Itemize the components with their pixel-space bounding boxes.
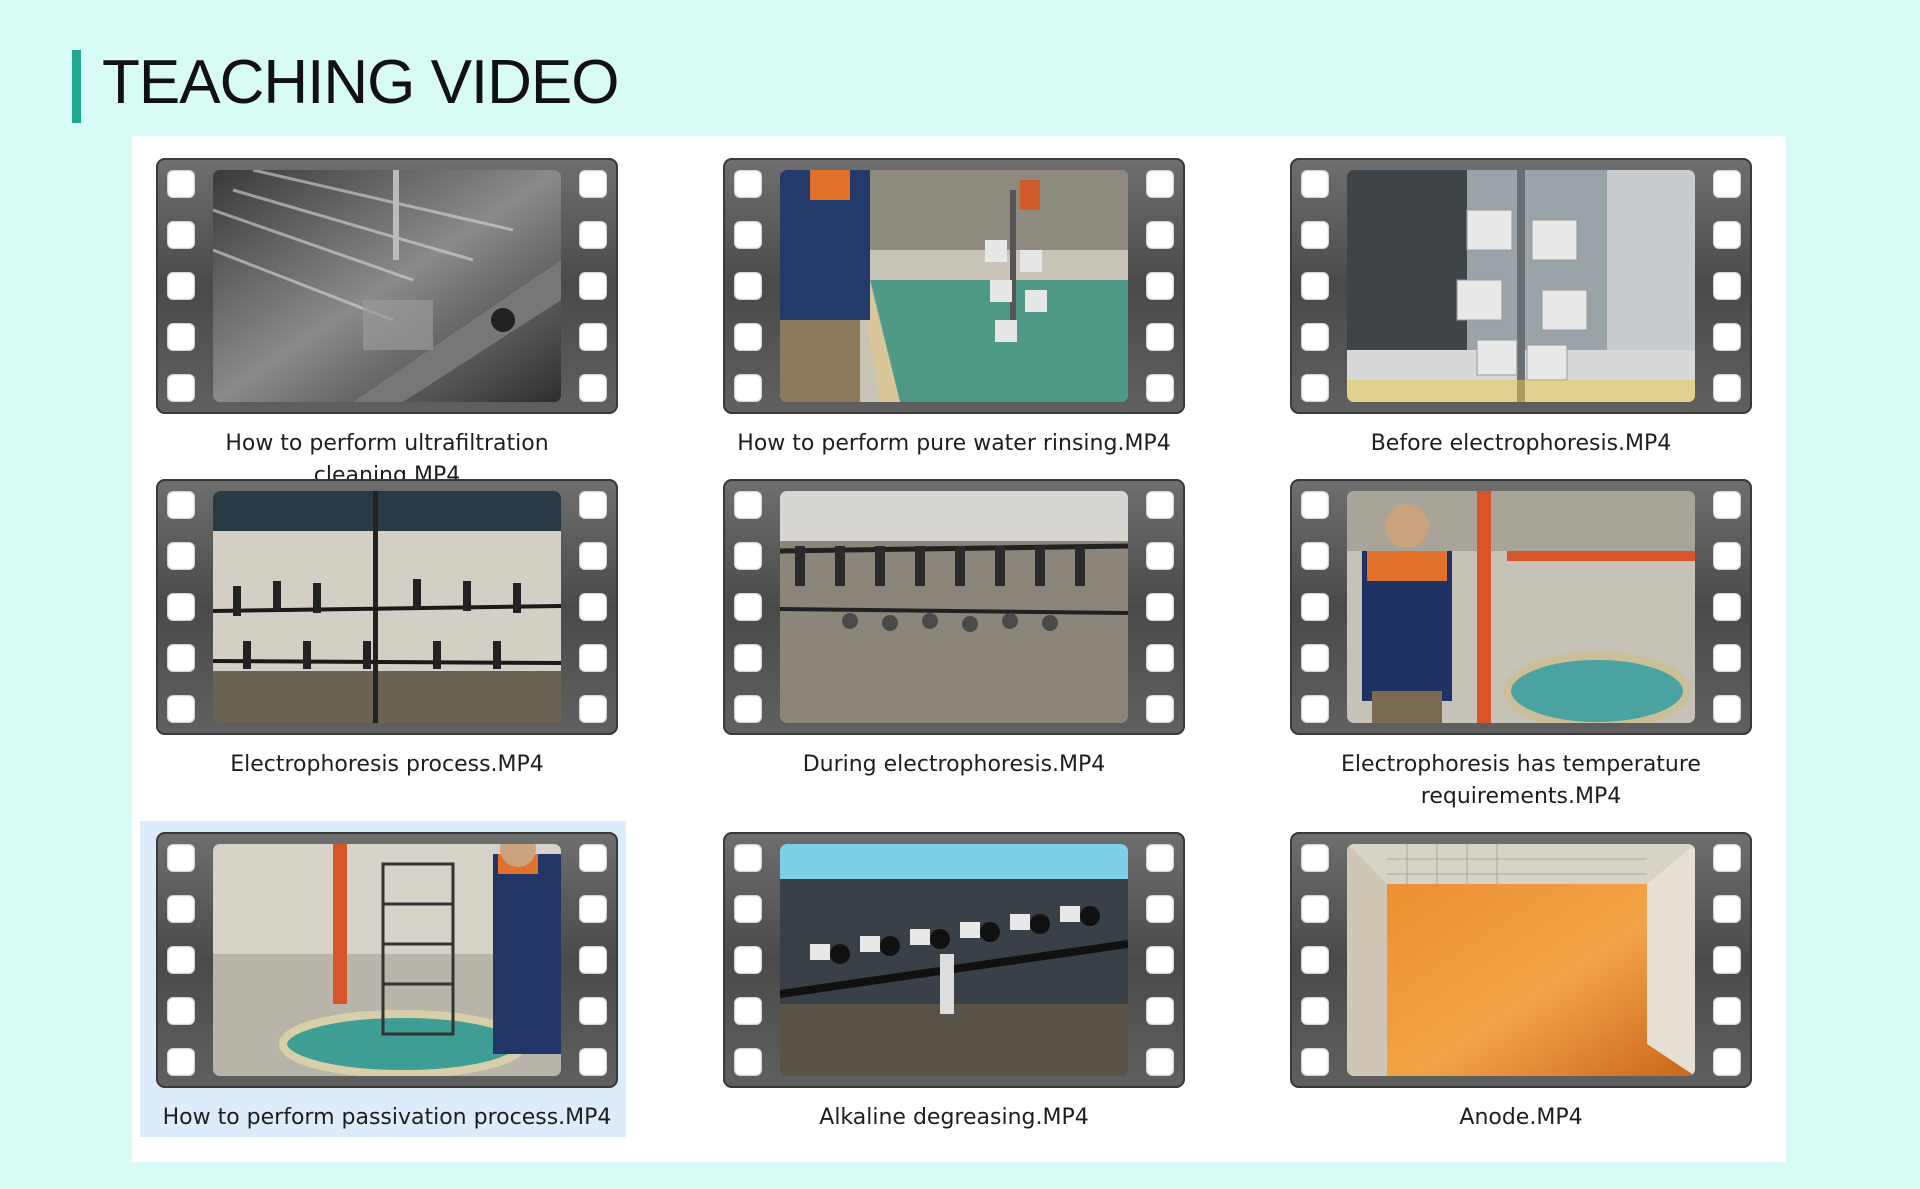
film-strip-thumbnail[interactable] [156, 479, 618, 735]
film-strip-thumbnail[interactable] [156, 158, 618, 414]
film-holes-right [1146, 844, 1174, 1076]
video-item[interactable]: How to perform pure water rinsing.MP4 [723, 158, 1185, 460]
film-strip-thumbnail[interactable] [723, 832, 1185, 1088]
video-item[interactable]: How to perform ultrafiltration cleaning.… [156, 158, 618, 492]
film-holes-right [1713, 170, 1741, 402]
film-strip-thumbnail[interactable] [723, 158, 1185, 414]
film-holes-left [167, 491, 195, 723]
film-holes-right [1713, 491, 1741, 723]
video-grid-panel: How to perform ultrafiltration cleaning.… [132, 136, 1786, 1162]
film-holes-left [734, 170, 762, 402]
parts-rack-thumbnail [1347, 170, 1695, 402]
film-holes-right [1713, 844, 1741, 1076]
film-holes-left [734, 491, 762, 723]
film-strip-thumbnail[interactable] [1290, 158, 1752, 414]
passivation-tank-thumbnail [213, 844, 561, 1076]
video-caption[interactable]: Anode.MP4 [1290, 1102, 1752, 1134]
film-holes-right [1146, 170, 1174, 402]
video-caption[interactable]: During electrophoresis.MP4 [723, 749, 1185, 781]
film-holes-left [1301, 170, 1329, 402]
anode-tank-thumbnail [1347, 844, 1695, 1076]
film-strip-thumbnail[interactable] [723, 479, 1185, 735]
video-item[interactable]: Electrophoresis has temperature requirem… [1290, 479, 1752, 813]
film-holes-right [579, 170, 607, 402]
page-title: TEACHING VIDEO [102, 48, 620, 117]
video-caption[interactable]: How to perform passivation process.MP4 [156, 1102, 618, 1134]
video-item[interactable]: Anode.MP4 [1290, 832, 1752, 1134]
film-holes-left [167, 170, 195, 402]
film-holes-right [1146, 491, 1174, 723]
water-rinsing-thumbnail [780, 170, 1128, 402]
film-holes-right [579, 844, 607, 1076]
film-holes-left [1301, 844, 1329, 1076]
video-item[interactable]: During electrophoresis.MP4 [723, 479, 1185, 781]
worker-tank-thumbnail [1347, 491, 1695, 723]
title-accent-bar [72, 50, 81, 123]
hanging-parts-thumbnail [780, 491, 1128, 723]
film-strip-thumbnail[interactable] [1290, 479, 1752, 735]
degreasing-line-thumbnail [780, 844, 1128, 1076]
conveyor-hooks-thumbnail [213, 491, 561, 723]
video-item[interactable]: Before electrophoresis.MP4 [1290, 158, 1752, 460]
video-item[interactable]: Alkaline degreasing.MP4 [723, 832, 1185, 1134]
film-holes-left [167, 844, 195, 1076]
film-strip-thumbnail[interactable] [156, 832, 618, 1088]
video-item[interactable]: Electrophoresis process.MP4 [156, 479, 618, 781]
video-caption[interactable]: Before electrophoresis.MP4 [1290, 428, 1752, 460]
video-caption[interactable]: Electrophoresis process.MP4 [156, 749, 618, 781]
film-holes-left [1301, 491, 1329, 723]
spray-cleaning-thumbnail [213, 170, 561, 402]
video-caption[interactable]: How to perform pure water rinsing.MP4 [723, 428, 1185, 460]
film-holes-left [734, 844, 762, 1076]
film-strip-thumbnail[interactable] [1290, 832, 1752, 1088]
video-caption[interactable]: Electrophoresis has temperature requirem… [1290, 749, 1752, 813]
video-item[interactable]: How to perform passivation process.MP4 [140, 821, 626, 1137]
video-caption[interactable]: Alkaline degreasing.MP4 [723, 1102, 1185, 1134]
film-holes-right [579, 491, 607, 723]
